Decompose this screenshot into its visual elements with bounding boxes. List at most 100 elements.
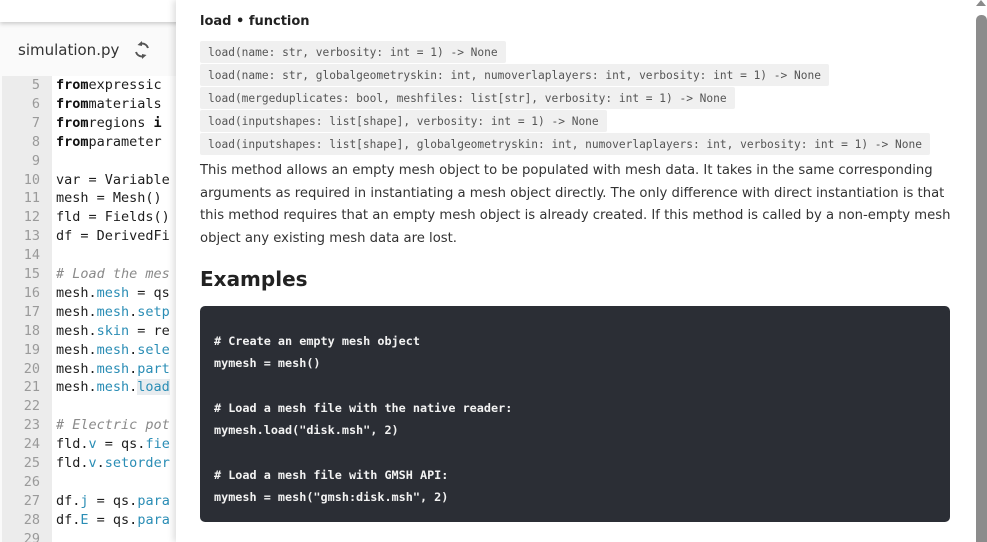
code-editor[interactable]: 5 fromexpressic 6 frommaterials 7 fromregions…	[2, 76, 200, 542]
sync-icon[interactable]	[133, 41, 151, 59]
line-number: 16	[23, 284, 40, 301]
code-line[interactable]: 17 mesh.mesh.setp	[2, 303, 200, 322]
code-line[interactable]: 16 mesh.mesh = qs	[2, 284, 200, 303]
code-token: mesh.	[56, 379, 97, 396]
keyword-token: from	[56, 77, 89, 93]
code-text: var = Variable	[56, 171, 170, 190]
keyword-token: from	[56, 114, 89, 131]
scrollbar[interactable]	[976, 0, 987, 542]
code-token: = qs.	[88, 492, 138, 509]
attribute-token: sele	[137, 341, 170, 358]
attribute-token: fie	[145, 436, 170, 453]
attribute-token: setorder	[104, 455, 170, 471]
attribute-token: para	[137, 511, 170, 528]
attribute-token: mesh	[96, 379, 130, 396]
signature: load(inputshapes: list[shape], verbosity…	[200, 110, 607, 132]
documentation-popup: load • function load(name: str, verbosit…	[176, 0, 987, 542]
code-token: = re	[129, 322, 170, 339]
code-token: mesh.	[56, 341, 97, 358]
scroll-up-arrow-icon[interactable]	[976, 0, 986, 6]
code-token: = qs	[129, 284, 170, 301]
code-line[interactable]: 8 fromparameter	[2, 133, 200, 152]
code-token: fld.	[56, 455, 89, 471]
code-line[interactable]: 11 mesh = Mesh()	[2, 189, 200, 208]
code-token: df = DerivedFi	[56, 228, 170, 245]
line-number: 25	[23, 455, 40, 471]
doc-title: load • function	[200, 14, 310, 29]
code-token: mesh.	[56, 303, 97, 320]
code-text: fld = Fields()	[56, 208, 170, 227]
line-number: 15	[23, 266, 40, 282]
code-line[interactable]: 10 var = Variable	[2, 171, 200, 190]
code-line[interactable]: 5 fromexpressic	[2, 76, 200, 95]
editor-pane: simulation.py 5 fromexpressic 6 frommateria…	[0, 0, 200, 542]
code-text: fromregions i	[56, 114, 162, 133]
code-token: var = Variable	[56, 171, 170, 188]
code-line[interactable]: 14	[2, 246, 200, 265]
code-line[interactable]: 18 mesh.skin = re	[2, 322, 200, 341]
line-number: 14	[23, 247, 40, 264]
example-code: # Create an empty mesh object mymesh = m…	[214, 334, 513, 505]
code-token: df.	[56, 492, 81, 509]
code-token: parameter	[88, 133, 162, 150]
code-line[interactable]: 12 fld = Fields()	[2, 208, 200, 227]
attribute-token: load	[137, 379, 170, 396]
file-header: simulation.py	[0, 30, 200, 70]
code-text: df.j = qs.para	[56, 492, 170, 511]
line-number: 8	[31, 133, 40, 150]
editor-top-bar	[0, 0, 200, 22]
line-number: 26	[23, 473, 40, 490]
code-token: fld.	[56, 436, 89, 453]
code-line[interactable]: 6 frommaterials	[2, 95, 200, 114]
code-text: frommaterials	[56, 95, 162, 114]
code-line[interactable]: 21 mesh.mesh.load	[2, 378, 200, 397]
code-line[interactable]: 26	[2, 473, 200, 492]
code-line[interactable]: 25 fld.v.setorder	[2, 454, 200, 473]
code-token: mesh = Mesh()	[56, 190, 162, 207]
line-number: 9	[31, 152, 40, 169]
line-number: 23	[23, 417, 40, 434]
line-number: 13	[23, 228, 40, 245]
code-line[interactable]: 27 df.j = qs.para	[2, 492, 200, 511]
code-line[interactable]: 22	[2, 397, 200, 416]
code-line[interactable]: 7 fromregions i	[2, 114, 200, 133]
code-line[interactable]: 20 mesh.mesh.part	[2, 360, 200, 379]
code-text: mesh.mesh.sele	[56, 341, 170, 360]
scrollbar-thumb[interactable]	[976, 15, 987, 542]
code-text: mesh.mesh.load	[56, 378, 170, 397]
line-number: 27	[23, 492, 40, 509]
signature-list: load(name: str, verbosity: int = 1) -> N…	[200, 41, 930, 156]
code-line[interactable]: 13 df = DerivedFi	[2, 227, 200, 246]
comment-token: # Electric pot	[56, 417, 170, 434]
code-text: fld.v = qs.fie	[56, 435, 170, 454]
attribute-token: v	[88, 436, 97, 453]
keyword-token: from	[56, 95, 89, 112]
code-text: mesh.mesh = qs	[56, 284, 170, 303]
code-line[interactable]: 28 df.E = qs.para	[2, 511, 200, 530]
file-name[interactable]: simulation.py	[18, 41, 119, 59]
line-number: 19	[23, 341, 40, 358]
doc-description: This method allows an empty mesh object …	[200, 163, 951, 246]
signature: load(inputshapes: list[shape], globalgeo…	[200, 133, 930, 155]
code-line[interactable]: 9	[2, 152, 200, 171]
line-number: 11	[23, 190, 40, 207]
attribute-token: setp	[137, 303, 170, 320]
attribute-token: E	[80, 511, 89, 528]
code-line[interactable]: 24 fld.v = qs.fie	[2, 435, 200, 454]
code-line[interactable]: 23 # Electric pot	[2, 416, 200, 435]
attribute-token: mesh	[96, 341, 130, 358]
line-number: 6	[31, 95, 40, 112]
attribute-token: part	[137, 360, 170, 377]
code-text: fld.v.setorder	[56, 454, 170, 473]
code-text: fromexpressic	[56, 76, 162, 95]
code-token: expressic	[88, 77, 162, 93]
code-line[interactable]: 15 # Load the mes	[2, 265, 200, 284]
code-line[interactable]: 19 mesh.mesh.sele	[2, 341, 200, 360]
line-number: 7	[31, 114, 40, 131]
code-text: fromparameter	[56, 133, 162, 152]
attribute-token: mesh	[96, 303, 130, 320]
code-line[interactable]: 29	[2, 530, 200, 542]
examples-heading: Examples	[200, 267, 308, 291]
code-text: mesh.mesh.part	[56, 360, 170, 379]
code-text: mesh.mesh.setp	[56, 303, 170, 322]
